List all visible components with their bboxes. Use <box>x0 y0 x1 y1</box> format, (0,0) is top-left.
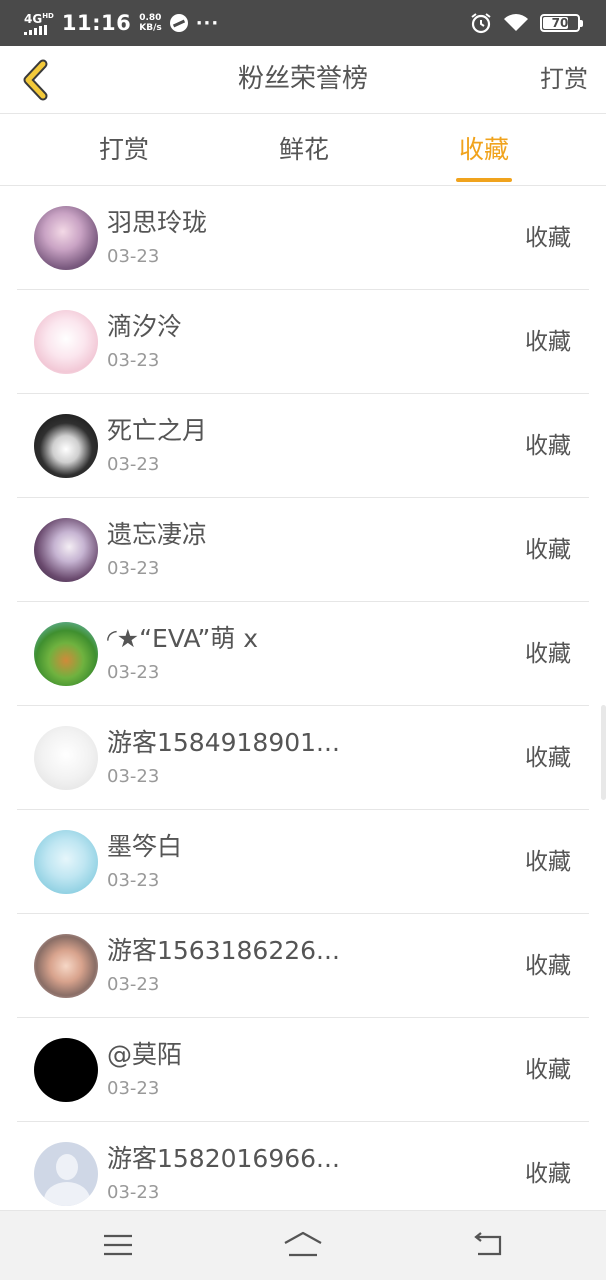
home-button[interactable] <box>273 1225 333 1265</box>
fan-date: 03-23 <box>107 350 160 371</box>
back-nav-button[interactable] <box>458 1225 518 1265</box>
fan-name: ◜★“EVA”萌 x <box>107 624 259 653</box>
tab-active-indicator <box>456 178 512 182</box>
avatar <box>34 726 98 790</box>
fan-action: 收藏 <box>525 953 571 979</box>
fan-date: 03-23 <box>107 662 160 683</box>
fan-action: 收藏 <box>525 433 571 459</box>
list-item[interactable]: 滴汐泠 03-23 收藏 <box>17 290 589 394</box>
avatar <box>34 830 98 894</box>
tab-label: 打赏 <box>98 135 149 164</box>
system-nav-bar <box>0 1210 606 1280</box>
fan-name: @莫陌 <box>107 1040 183 1069</box>
tab-bar: 打赏 鲜花 收藏 <box>0 114 606 186</box>
fan-name: 羽思玲珑 <box>107 208 208 237</box>
list-item[interactable]: 羽思玲珑 03-23 收藏 <box>17 186 589 290</box>
fan-date: 03-23 <box>107 454 160 475</box>
fan-action: 收藏 <box>525 329 571 355</box>
avatar <box>34 206 98 270</box>
wifi-icon <box>504 14 528 31</box>
avatar <box>34 310 98 374</box>
fan-name: 游客1563186226... <box>107 936 340 965</box>
network-type: 4GHD <box>24 12 54 26</box>
avatar <box>34 934 98 998</box>
fan-date: 03-23 <box>107 974 160 995</box>
tab-flowers[interactable]: 鲜花 <box>274 114 334 186</box>
avatar <box>34 518 98 582</box>
status-left: 4GHD 11:16 0.80 KB/s ··· <box>24 11 219 35</box>
menu-icon <box>104 1234 132 1256</box>
fan-action: 收藏 <box>525 225 571 251</box>
signal-icon: 4GHD <box>24 11 54 35</box>
scrollbar[interactable] <box>601 705 606 800</box>
tab-label: 鲜花 <box>278 135 329 164</box>
fan-date: 03-23 <box>107 246 160 267</box>
reward-button[interactable]: 打赏 <box>540 46 588 114</box>
fan-name: 滴汐泠 <box>107 312 183 341</box>
app-notification-icon <box>169 14 188 32</box>
fan-name: 游客1584918901... <box>107 728 340 757</box>
status-bar: 4GHD 11:16 0.80 KB/s ··· 70 <box>0 0 606 46</box>
fan-date: 03-23 <box>107 1078 160 1099</box>
page-title: 粉丝荣誉榜 <box>237 64 368 94</box>
fan-action: 收藏 <box>525 745 571 771</box>
list-item[interactable]: 遗忘凄凉 03-23 收藏 <box>17 498 589 602</box>
menu-button[interactable] <box>88 1225 148 1265</box>
fan-name: 游客1582016966... <box>107 1144 340 1173</box>
fan-action: 收藏 <box>525 1057 571 1083</box>
avatar <box>34 622 98 686</box>
fan-action: 收藏 <box>525 641 571 667</box>
avatar <box>34 414 98 478</box>
fan-name: 遗忘凄凉 <box>107 520 208 549</box>
fan-date: 03-23 <box>107 870 160 891</box>
fan-name: 死亡之月 <box>107 416 208 445</box>
list-item[interactable]: 游客1584918901... 03-23 收藏 <box>17 706 589 810</box>
fan-name: 墨笒白 <box>107 832 183 861</box>
fan-date: 03-23 <box>107 766 160 787</box>
tab-label: 收藏 <box>458 135 509 164</box>
list-item[interactable]: 墨笒白 03-23 收藏 <box>17 810 589 914</box>
list-item[interactable]: @莫陌 03-23 收藏 <box>17 1018 589 1122</box>
back-icon <box>474 1232 502 1256</box>
fan-date: 03-23 <box>107 558 160 579</box>
status-right: 70 <box>470 12 583 34</box>
battery-level: 70 <box>551 16 569 30</box>
tab-favorites[interactable]: 收藏 <box>454 114 514 186</box>
avatar <box>34 1038 98 1102</box>
home-icon <box>284 1231 322 1257</box>
alarm-icon <box>471 13 491 34</box>
status-time: 11:16 <box>61 11 132 35</box>
app-header: 粉丝荣誉榜 打赏 <box>0 46 606 114</box>
tab-reward[interactable]: 打赏 <box>94 114 154 186</box>
fan-action: 收藏 <box>525 849 571 875</box>
fan-list: 羽思玲珑 03-23 收藏 滴汐泠 03-23 收藏 死亡之月 03-23 收藏… <box>0 186 606 1226</box>
battery-icon: 70 <box>540 14 583 32</box>
fan-date: 03-23 <box>107 1182 160 1203</box>
list-item[interactable]: 游客1563186226... 03-23 收藏 <box>17 914 589 1018</box>
list-item[interactable]: ◜★“EVA”萌 x 03-23 收藏 <box>17 602 589 706</box>
list-item[interactable]: 死亡之月 03-23 收藏 <box>17 394 589 498</box>
more-notifications-icon: ··· <box>195 12 220 34</box>
fan-action: 收藏 <box>525 537 571 563</box>
default-avatar-icon <box>34 1142 98 1206</box>
network-speed: 0.80 KB/s <box>139 13 162 33</box>
